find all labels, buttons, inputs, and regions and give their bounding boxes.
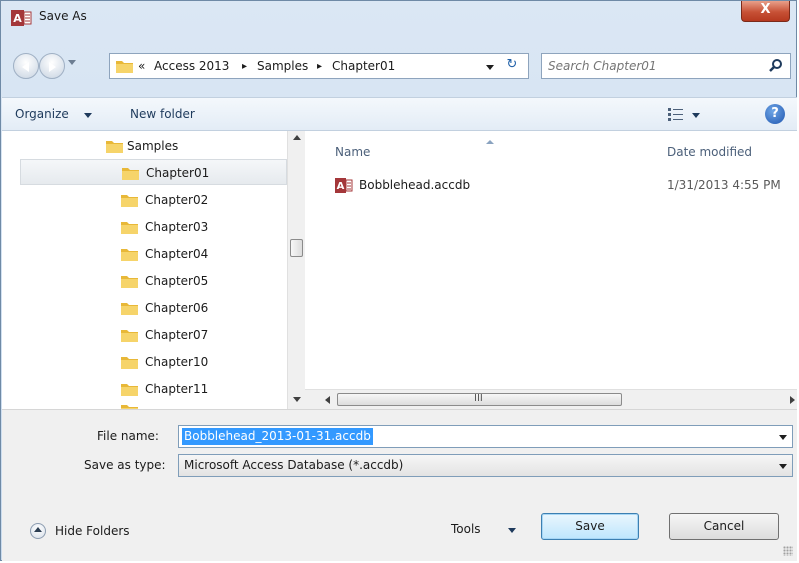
view-options-icon[interactable] xyxy=(668,107,684,121)
breadcrumb-separator[interactable]: ▸ xyxy=(242,61,247,72)
tree-item-label: Chapter10 xyxy=(145,355,209,369)
folder-icon xyxy=(121,222,138,234)
breadcrumb-chapter01[interactable]: Chapter01 xyxy=(332,59,395,73)
tree-item-chapter05[interactable]: Chapter05 xyxy=(2,268,287,294)
chevron-down-icon[interactable] xyxy=(779,435,787,440)
file-row[interactable]: A Bobblehead.accdb 1/31/2013 4:55 PM xyxy=(315,175,797,197)
save-options-panel: File name: Bobblehead_2013-01-31.accdb S… xyxy=(2,409,797,561)
svg-text:A: A xyxy=(13,12,22,25)
tree-item-label: Chapter02 xyxy=(145,193,209,207)
navigation-pane[interactable]: Samples Chapter01 Chapter02 Chapter03 Ch… xyxy=(2,131,287,409)
tree-item-label: Chapter03 xyxy=(145,220,209,234)
column-header-name[interactable]: Name xyxy=(335,145,370,159)
search-icon[interactable] xyxy=(769,58,783,72)
folder-icon xyxy=(121,195,138,207)
tree-item-chapter03[interactable]: Chapter03 xyxy=(2,214,287,240)
back-button[interactable] xyxy=(13,53,39,79)
scroll-down-icon[interactable] xyxy=(293,397,301,402)
save-as-dialog: A Save As X « Access 2013 ▸ Samples ▸ Ch… xyxy=(0,0,797,561)
tree-item-label: Chapter07 xyxy=(145,328,209,342)
close-button[interactable]: X xyxy=(741,1,790,22)
chevron-down-icon[interactable] xyxy=(508,528,516,533)
forward-button[interactable] xyxy=(39,53,65,79)
folder-icon xyxy=(121,330,138,342)
file-name-label: File name: xyxy=(97,429,159,443)
address-bar[interactable]: « Access 2013 ▸ Samples ▸ Chapter01 ↻ xyxy=(109,53,529,79)
breadcrumb-samples[interactable]: Samples xyxy=(257,59,308,73)
folder-icon xyxy=(121,384,138,396)
column-header-date-modified[interactable]: Date modified xyxy=(667,145,752,159)
save-as-type-select[interactable]: Microsoft Access Database (*.accdb) xyxy=(178,454,793,477)
organize-button[interactable]: Organize xyxy=(15,107,69,121)
tree-item-chapter06[interactable]: Chapter06 xyxy=(2,295,287,321)
folder-icon xyxy=(121,357,138,369)
svg-text:A: A xyxy=(337,181,345,192)
tools-button[interactable]: Tools xyxy=(451,522,481,536)
tree-item-label: Chapter05 xyxy=(145,274,209,288)
scroll-left-icon[interactable] xyxy=(325,396,330,404)
file-list[interactable]: Name Date modified A Bobblehead.accdb 1/… xyxy=(305,131,797,389)
folder-icon xyxy=(106,141,123,153)
tree-item-samples[interactable]: Samples xyxy=(2,133,287,159)
save-button[interactable]: Save xyxy=(541,513,639,540)
tree-item-chapter07[interactable]: Chapter07 xyxy=(2,322,287,348)
tree-item-label: Chapter01 xyxy=(146,166,210,180)
file-list-horizontal-scrollbar[interactable]: III xyxy=(305,389,797,409)
search-box[interactable] xyxy=(541,53,791,79)
recent-locations-dropdown[interactable] xyxy=(68,60,76,65)
window-title: Save As xyxy=(39,9,87,23)
command-bar: Organize New folder ? xyxy=(2,97,797,131)
chevron-down-icon[interactable] xyxy=(486,65,494,70)
file-name-value[interactable]: Bobblehead_2013-01-31.accdb xyxy=(182,428,373,445)
save-as-type-value: Microsoft Access Database (*.accdb) xyxy=(184,458,404,472)
search-input[interactable] xyxy=(548,57,748,75)
file-name-field[interactable]: Bobblehead_2013-01-31.accdb xyxy=(178,425,793,448)
save-as-type-label: Save as type: xyxy=(84,458,166,472)
folder-icon xyxy=(122,168,139,180)
scrollbar-grip: III xyxy=(474,393,483,404)
help-icon[interactable]: ? xyxy=(765,104,785,124)
scroll-right-icon[interactable] xyxy=(790,396,795,404)
tree-item-label: Chapter04 xyxy=(145,247,209,261)
breadcrumb-separator[interactable]: ▸ xyxy=(317,61,322,72)
resize-grip-icon[interactable] xyxy=(783,546,793,556)
cancel-button[interactable]: Cancel xyxy=(669,513,779,540)
tree-item-label: Chapter11 xyxy=(145,382,209,396)
chevron-down-icon[interactable] xyxy=(692,113,700,118)
folder-icon xyxy=(121,276,138,288)
sort-ascending-icon xyxy=(486,140,494,144)
refresh-icon[interactable]: ↻ xyxy=(500,57,524,75)
tree-item-chapter04[interactable]: Chapter04 xyxy=(2,241,287,267)
access-app-icon: A xyxy=(11,10,32,26)
breadcrumb-overflow[interactable]: « xyxy=(138,59,145,73)
tree-item-label: Chapter06 xyxy=(145,301,209,315)
file-date-modified: 1/31/2013 4:55 PM xyxy=(667,178,781,192)
collapse-up-icon xyxy=(30,523,46,539)
folder-icon xyxy=(121,303,138,315)
scroll-up-icon[interactable] xyxy=(293,135,301,140)
tree-item-chapter10[interactable]: Chapter10 xyxy=(2,349,287,375)
chevron-down-icon[interactable] xyxy=(84,113,92,118)
navigation-pane-scrollbar[interactable] xyxy=(287,131,305,409)
scrollbar-thumb[interactable] xyxy=(290,239,303,257)
access-file-icon: A xyxy=(335,178,353,193)
tree-item-label: Samples xyxy=(127,139,179,153)
chevron-down-icon[interactable] xyxy=(779,464,787,469)
tree-item-chapter01[interactable]: Chapter01 xyxy=(20,159,287,185)
close-icon: X xyxy=(760,2,771,17)
file-name: Bobblehead.accdb xyxy=(359,178,471,192)
folder-icon xyxy=(116,61,133,73)
hide-folders-label: Hide Folders xyxy=(55,524,130,538)
folder-icon xyxy=(121,249,138,261)
scrollbar-thumb[interactable]: III xyxy=(337,393,622,406)
new-folder-button[interactable]: New folder xyxy=(130,107,195,121)
breadcrumb-access-2013[interactable]: Access 2013 xyxy=(154,59,229,73)
tree-item-chapter02[interactable]: Chapter02 xyxy=(2,187,287,213)
tree-item-chapter11[interactable]: Chapter11 xyxy=(2,376,287,402)
